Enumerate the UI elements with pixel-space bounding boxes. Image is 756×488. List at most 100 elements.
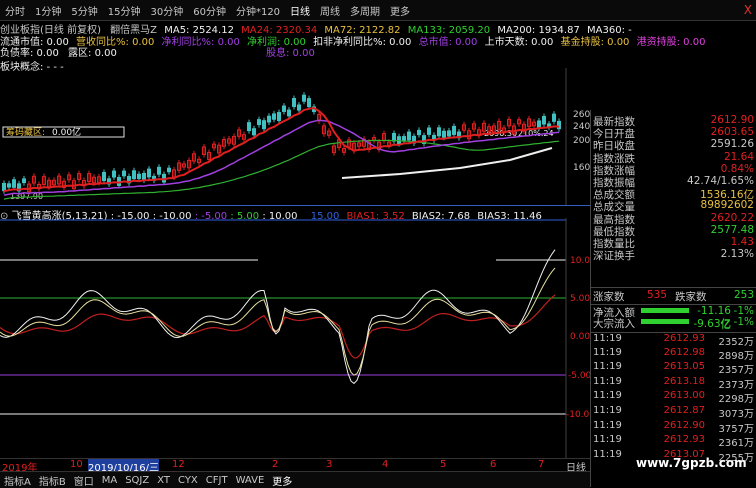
axis-label-1600: 1600 xyxy=(573,163,590,173)
tick-volume: 2298万 xyxy=(718,394,754,406)
tick-row: 11:19 2612.87 3073万 xyxy=(591,405,756,420)
tick-price: 2612.93 xyxy=(663,333,705,344)
indicator-tabs: 指标A 指标B 窗口 MA SQJZ XT CYX CFJT WAVE 更多 xyxy=(0,471,590,488)
indicator-tab[interactable]: CYX xyxy=(174,475,202,486)
tick-time: 11:19 xyxy=(593,419,622,431)
period-toolbar: 分时 1分钟 5分钟 15分钟 30分钟 60分钟 分钟*120 日线 周线 多周期 更多 X xyxy=(0,0,756,21)
period-button[interactable]: 15分钟 xyxy=(103,3,146,18)
tick-price: 2612.90 xyxy=(663,419,705,431)
tick-row: 11:19 2612.93 2361万 xyxy=(591,434,756,450)
ind-axis-m5: -5.00 xyxy=(568,371,590,381)
indicator-tab[interactable]: XT xyxy=(153,475,174,486)
tick-time: 11:19 xyxy=(593,346,622,358)
tick-volume: 2357万 xyxy=(718,365,754,377)
quote-panel: 最新指数 2612.90 今日开盘 2603.65 昨日收盘 2591.26 指数涨跌 21.… xyxy=(590,110,756,487)
exposure-zone: 露区: 0.00 xyxy=(68,48,117,59)
quote-value: 2577.48 xyxy=(710,223,754,236)
quote-value: 2603.65 xyxy=(710,126,754,139)
quote-value: 42.74/1.65% xyxy=(687,175,754,187)
tick-row: 11:19 2613.05 2357万 xyxy=(591,361,756,377)
bias1-line xyxy=(0,294,556,359)
quote-value: 1.43 xyxy=(730,236,754,248)
period-button[interactable]: 更多 xyxy=(385,3,415,18)
flow-bar xyxy=(641,319,689,324)
indicator-tab[interactable]: WAVE xyxy=(232,475,269,486)
period-button[interactable]: 5分钟 xyxy=(66,3,102,18)
tick-volume: 3073万 xyxy=(718,409,754,420)
tick-volume: 2361万 xyxy=(718,438,754,450)
down-label: 跌家数 xyxy=(675,291,707,303)
quote-row: 总成交额 1536.16亿 xyxy=(591,187,756,201)
timeline: 2019年 10 2019/10/16/三 12 2 3 4 5 6 7 日线 xyxy=(0,458,590,474)
hk-holding: 港资持股: 0.00 xyxy=(636,37,706,48)
period-button[interactable]: 分时 xyxy=(0,3,30,18)
period-button[interactable]: 分钟*120 xyxy=(231,3,285,18)
quote-value: 2620.22 xyxy=(710,211,754,224)
tick-time: 11:19 xyxy=(593,405,622,416)
tick-time: 11:19 xyxy=(593,390,622,402)
quote-row: 最低指数 2577.48 xyxy=(591,223,756,238)
period-button[interactable]: 日线 xyxy=(285,3,315,18)
candles xyxy=(2,92,561,195)
timeline-label-2: 2 xyxy=(272,459,279,470)
tick-time: 11:19 xyxy=(593,375,622,387)
quote-row: 指数涨跌 21.64 xyxy=(591,151,756,165)
timeline-label-7: 7 xyxy=(538,459,545,470)
indicator-tab[interactable]: 指标B xyxy=(35,473,70,488)
quote-row: 深证换手 2.13% xyxy=(591,248,756,263)
period-button[interactable]: 1分钟 xyxy=(30,3,66,18)
quote-label: 深证换手 xyxy=(593,250,635,263)
axis-label-2400: 2400 xyxy=(573,122,590,132)
quote-value: 2591.26 xyxy=(710,138,754,151)
indicator-tab[interactable]: CFJT xyxy=(202,475,232,486)
indicator-tab[interactable]: SQJZ xyxy=(121,475,153,486)
period-button[interactable]: 60分钟 xyxy=(188,3,231,18)
quote-row: 最新指数 2612.90 xyxy=(591,114,756,128)
quote-row: 指数振幅 42.74/1.65% xyxy=(591,175,756,189)
bias-indicator-chart[interactable]: 10.00 5.00 0.00 -5.00 -10.00 xyxy=(0,218,590,458)
up-count: 535 xyxy=(647,289,668,301)
ind-axis-10: 10.00 xyxy=(570,256,590,266)
indicator-tab[interactable]: 更多 xyxy=(268,473,296,488)
total-cap: 总市值: 0.00 xyxy=(418,37,478,48)
timeline-label-6: 6 xyxy=(490,459,497,470)
up-label: 涨家数 xyxy=(593,291,625,303)
tick-row: 11:19 2613.18 2373万 xyxy=(591,375,756,391)
bias3-line xyxy=(0,249,556,385)
ma-white-line xyxy=(341,147,553,179)
timeline-label-12: 12 xyxy=(172,459,185,470)
timeline-label-5: 5 xyxy=(440,459,447,470)
updown-row: 涨家数 535 跌家数 253 xyxy=(591,287,756,303)
tick-time: 11:19 xyxy=(593,361,622,373)
tick-row: 11:19 2612.93 2352万 xyxy=(591,332,756,348)
indicator-tab[interactable]: MA xyxy=(98,475,121,486)
timeline-label-10: 10 xyxy=(70,459,83,470)
flow-value: -9.63亿 xyxy=(693,318,731,330)
axis-label-2600: 2600 xyxy=(573,110,590,120)
tick-price: 2612.87 xyxy=(663,405,705,416)
quote-row: 指数涨幅 0.84% xyxy=(591,163,756,177)
debt-line: 负债率: 0.00 露区: 0.00 股息: 0.00 xyxy=(0,44,315,59)
kline-chart[interactable]: 筹码藏区: 0.00亿 2600 2400 2000 1600 1397.90 … xyxy=(0,68,590,205)
period-button[interactable]: 周线 xyxy=(315,3,345,18)
tick-time: 11:19 xyxy=(593,448,622,460)
chip-box-value: 0.00亿 xyxy=(52,126,81,138)
tick-price: 2612.98 xyxy=(663,346,705,358)
timeline-label-4: 4 xyxy=(382,459,389,470)
period-button[interactable]: 多周期 xyxy=(345,3,385,18)
flow-bar xyxy=(641,308,689,313)
timeline-label-3: 3 xyxy=(326,459,333,470)
watermark: www.7gpzb.com xyxy=(636,456,747,470)
tick-row: 11:19 2612.90 3757万 xyxy=(591,419,756,435)
indicator-tab[interactable]: 窗口 xyxy=(70,473,98,488)
ind-axis-5: 5.00 xyxy=(570,294,590,304)
quote-value: 2612.90 xyxy=(710,114,754,126)
tick-price: 2613.05 xyxy=(663,361,705,373)
quote-row: 最高指数 2620.22 xyxy=(591,211,756,226)
fund-holding: 基金持股: 0.00 xyxy=(560,37,630,48)
period-button[interactable]: 30分钟 xyxy=(145,3,188,18)
close-icon[interactable]: X xyxy=(744,3,752,17)
indicator-tab[interactable]: 指标A xyxy=(0,473,35,488)
tick-price: 2613.18 xyxy=(663,375,705,387)
quote-row: 今日开盘 2603.65 xyxy=(591,126,756,140)
